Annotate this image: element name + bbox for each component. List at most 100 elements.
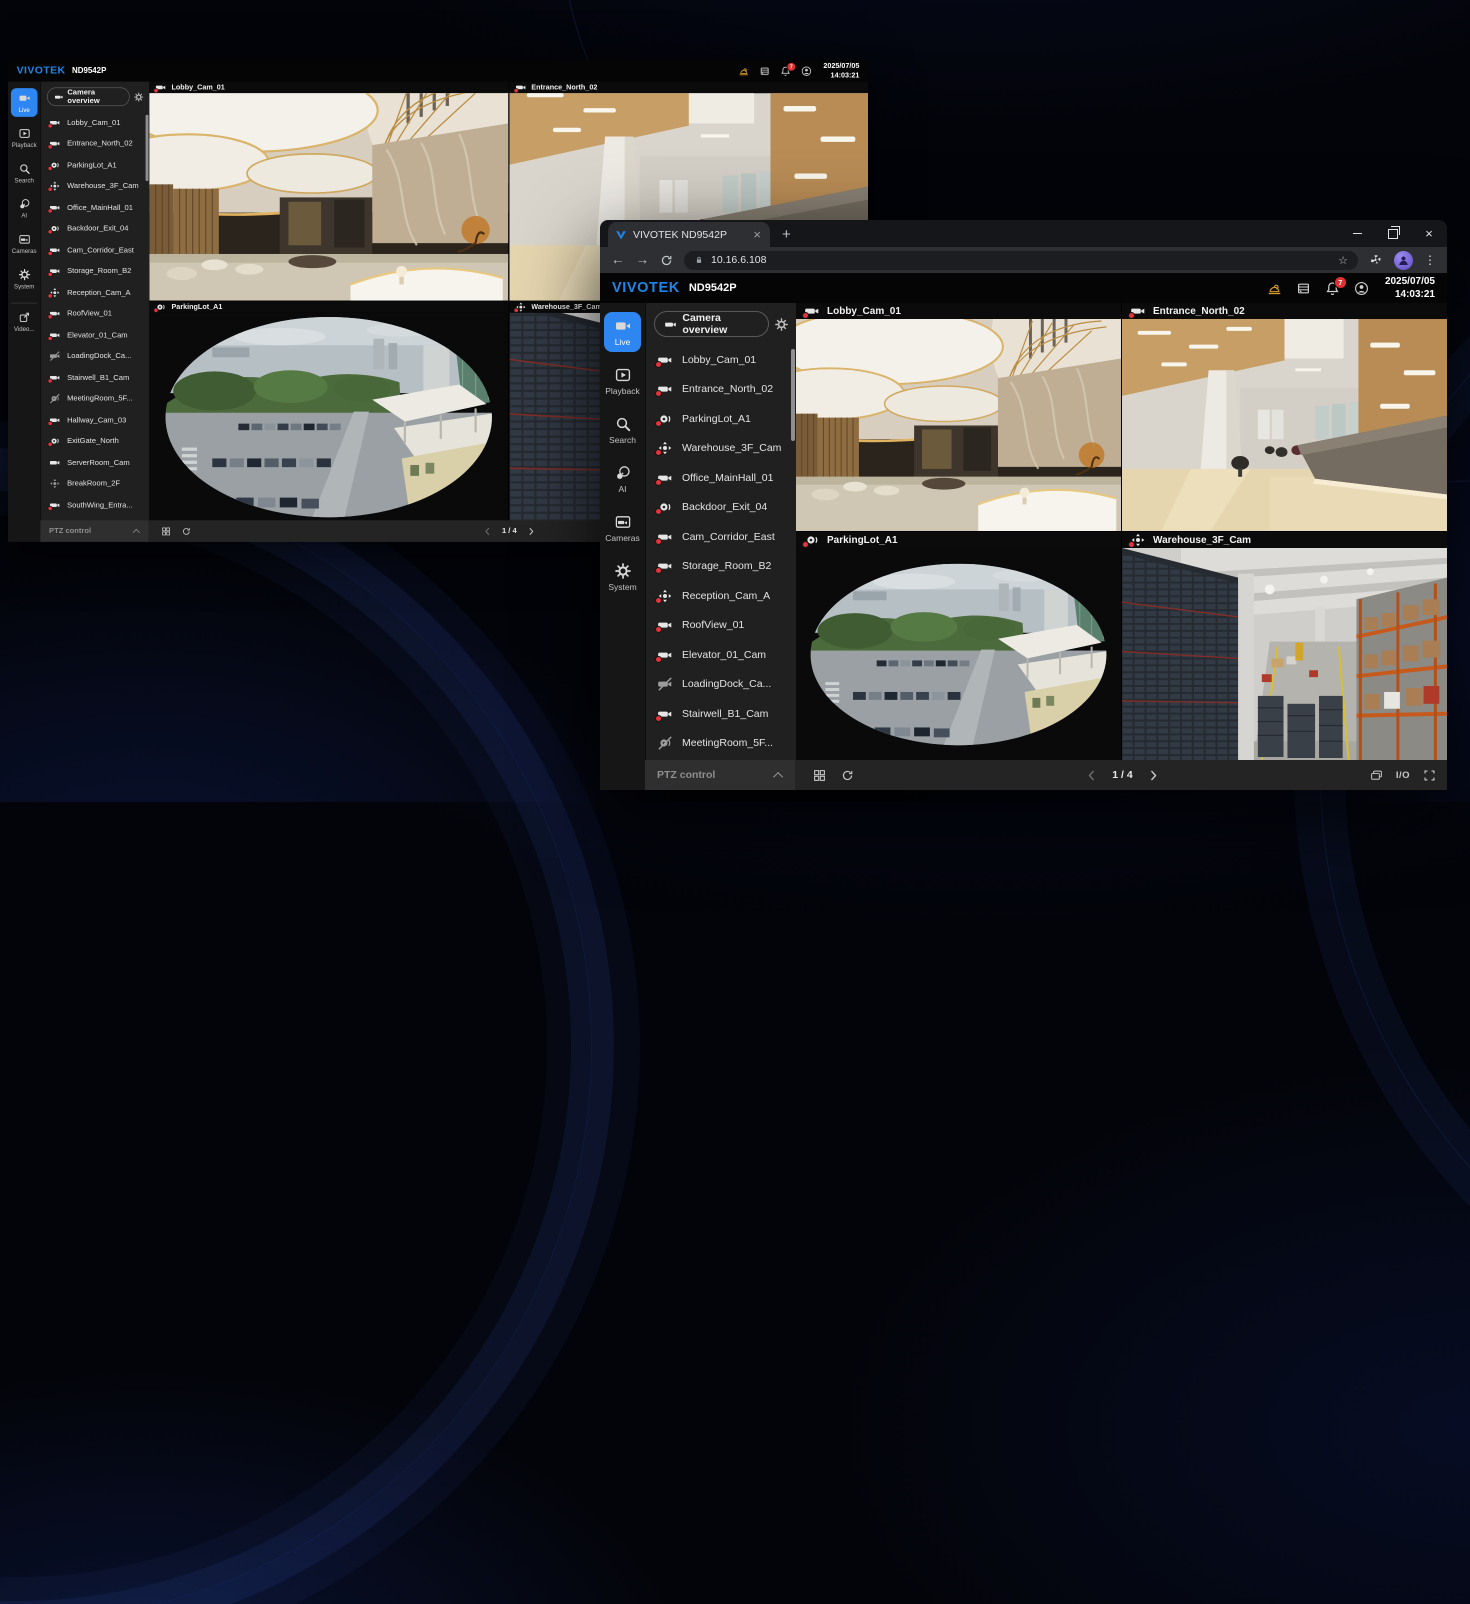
camera-list-item[interactable]: MeetingRoom_5F... — [646, 729, 796, 759]
camera-tile[interactable]: Lobby_Cam_01 — [796, 303, 1121, 531]
camera-list-item[interactable]: ExitGate_North — [41, 431, 149, 452]
nav-item[interactable]: Playback — [604, 361, 641, 401]
notifications-bell-icon[interactable]: 7 — [780, 65, 791, 76]
camera-type-icon — [658, 382, 672, 396]
camera-list-item[interactable]: Lobby_Cam_01 — [41, 112, 149, 133]
nav-item[interactable]: Search — [11, 159, 38, 188]
camera-tile[interactable]: ParkingLot_A1 — [796, 532, 1121, 760]
settings-gear-icon[interactable] — [775, 318, 788, 331]
storage-icon[interactable] — [1296, 281, 1311, 296]
camera-list-item[interactable]: LoadingDock_Ca... — [646, 670, 796, 700]
camera-list-item[interactable]: BreakRoom_2F — [41, 473, 149, 494]
camera-list-item[interactable]: ParkingLot_A1 — [646, 404, 796, 434]
nav-item[interactable]: Live — [604, 312, 641, 352]
camera-list-item[interactable]: Backdoor_Exit_04 — [646, 493, 796, 523]
camera-list-item[interactable]: Warehouse_3F_Cam — [41, 176, 149, 197]
ptz-control-panel[interactable]: PTZ control — [645, 760, 795, 790]
forward-icon[interactable]: → — [636, 253, 650, 267]
nav-item[interactable]: Video... — [11, 303, 38, 336]
prev-page-icon[interactable] — [483, 526, 492, 535]
nav-item-label: Search — [609, 435, 636, 445]
camera-list-item[interactable]: Storage_Room_B2 — [646, 552, 796, 582]
layout-grid-icon[interactable] — [161, 526, 170, 535]
layout-grid-icon[interactable] — [813, 769, 826, 782]
camera-list-item[interactable]: Elevator_01_Cam — [41, 324, 149, 345]
camera-tile[interactable]: Entrance_North_02 — [1122, 303, 1447, 531]
fullscreen-icon[interactable] — [1423, 769, 1436, 782]
address-bar[interactable]: 10.16.6.108 ☆ — [684, 251, 1358, 270]
browser-toolbar: ← → 10.16.6.108 ☆ ⋮ — [600, 247, 1447, 273]
nav-item[interactable]: Playback — [11, 123, 38, 152]
camera-list-item[interactable]: Office_MainHall_01 — [41, 197, 149, 218]
scrollbar[interactable] — [146, 115, 149, 181]
camera-list-item[interactable]: Cam_Corridor_East — [41, 239, 149, 260]
io-button[interactable]: I/O — [1396, 770, 1410, 781]
camera-tile[interactable]: Warehouse_3F_Cam — [1122, 532, 1447, 760]
browser-menu-icon[interactable]: ⋮ — [1424, 253, 1436, 267]
account-icon[interactable] — [801, 65, 812, 76]
next-page-icon[interactable] — [1147, 769, 1160, 782]
browser-tab[interactable]: VIVOTEK ND9542P × — [608, 222, 770, 247]
minimize-button[interactable] — [1339, 220, 1375, 247]
camera-list-item[interactable]: SouthWing_Entra... — [41, 494, 149, 515]
camera-list-item[interactable]: Warehouse_3F_Cam — [646, 434, 796, 464]
camera-list-item[interactable]: MeetingRoom_5F... — [41, 388, 149, 409]
scrollbar[interactable] — [791, 349, 795, 441]
camera-overview-button[interactable]: Camera overview — [654, 311, 769, 337]
nav-item[interactable]: AI — [11, 194, 38, 223]
camera-list-item[interactable]: Hallway_Cam_03 — [41, 409, 149, 430]
back-icon[interactable]: ← — [611, 253, 625, 267]
sequence-rotate-icon[interactable] — [841, 769, 854, 782]
camera-list-item[interactable]: Backdoor_Exit_04 — [41, 218, 149, 239]
nav-item[interactable]: AI — [604, 459, 641, 499]
browser-window[interactable]: VIVOTEK ND9542P × + × ← → 10.16.6.108 ☆ … — [600, 220, 1447, 790]
camera-list-item[interactable]: Storage_Room_B2 — [41, 261, 149, 282]
extensions-icon[interactable] — [1369, 253, 1383, 267]
nav-item[interactable]: Live — [11, 88, 38, 117]
camera-list-item[interactable]: Stairwell_B1_Cam — [41, 367, 149, 388]
camera-list-item[interactable]: Elevator_01_Cam — [646, 640, 796, 670]
nav-item[interactable]: Cameras — [11, 229, 38, 258]
camera-list-item[interactable]: LoadingDock_Ca... — [41, 346, 149, 367]
notifications-bell-icon[interactable]: 7 — [1325, 281, 1340, 296]
camera-list-item[interactable]: ParkingLot_A1 — [41, 154, 149, 175]
storage-icon[interactable] — [759, 65, 770, 76]
camera-list-item[interactable]: Reception_Cam_A — [646, 581, 796, 611]
camera-overview-button[interactable]: Camera overview — [47, 87, 130, 106]
restore-button[interactable] — [1375, 220, 1411, 247]
nav-item[interactable]: System — [11, 265, 38, 294]
camera-list-item[interactable]: Entrance_North_02 — [646, 375, 796, 405]
bookmark-star-icon[interactable]: ☆ — [1338, 254, 1348, 267]
reload-icon[interactable] — [660, 254, 673, 267]
settings-gear-icon[interactable] — [134, 92, 143, 101]
nav-item[interactable]: Search — [604, 410, 641, 450]
sequence-rotate-icon[interactable] — [182, 526, 191, 535]
camera-list-item[interactable]: Lobby_Cam_01 — [646, 345, 796, 375]
account-icon[interactable] — [1354, 281, 1369, 296]
camera-list-item[interactable]: RoofView_01 — [646, 611, 796, 641]
nav-item[interactable]: Cameras — [604, 508, 641, 548]
close-button[interactable]: × — [1411, 220, 1447, 247]
camera-tile[interactable]: ParkingLot_A1 — [149, 301, 508, 520]
new-tab-button[interactable]: + — [782, 227, 791, 242]
alarm-icon[interactable] — [1267, 281, 1282, 296]
tab-close-icon[interactable]: × — [751, 228, 763, 241]
camera-list-item[interactable]: Stairwell_B1_Cam — [646, 699, 796, 729]
nav-item[interactable]: System — [604, 557, 641, 597]
camera-name: BreakRoom_2F — [67, 479, 120, 488]
next-page-icon[interactable] — [527, 526, 536, 535]
multi-monitor-icon[interactable] — [1370, 769, 1383, 782]
ptz-control-panel[interactable]: PTZ control — [40, 520, 148, 542]
prev-page-icon[interactable] — [1085, 769, 1098, 782]
profile-avatar[interactable] — [1394, 251, 1413, 270]
camera-list-item[interactable]: RoofView_01 — [41, 303, 149, 324]
nav-icon — [18, 311, 30, 323]
camera-list-item[interactable]: ServerRoom_Cam — [41, 452, 149, 473]
datetime: 2025/07/05 14:03:21 — [823, 61, 859, 80]
camera-list-item[interactable]: Cam_Corridor_East — [646, 522, 796, 552]
camera-list-item[interactable]: Entrance_North_02 — [41, 133, 149, 154]
alarm-icon[interactable] — [738, 65, 749, 76]
camera-list-item[interactable]: Office_MainHall_01 — [646, 463, 796, 493]
camera-list-item[interactable]: Reception_Cam_A — [41, 282, 149, 303]
camera-tile[interactable]: Lobby_Cam_01 — [149, 82, 508, 301]
